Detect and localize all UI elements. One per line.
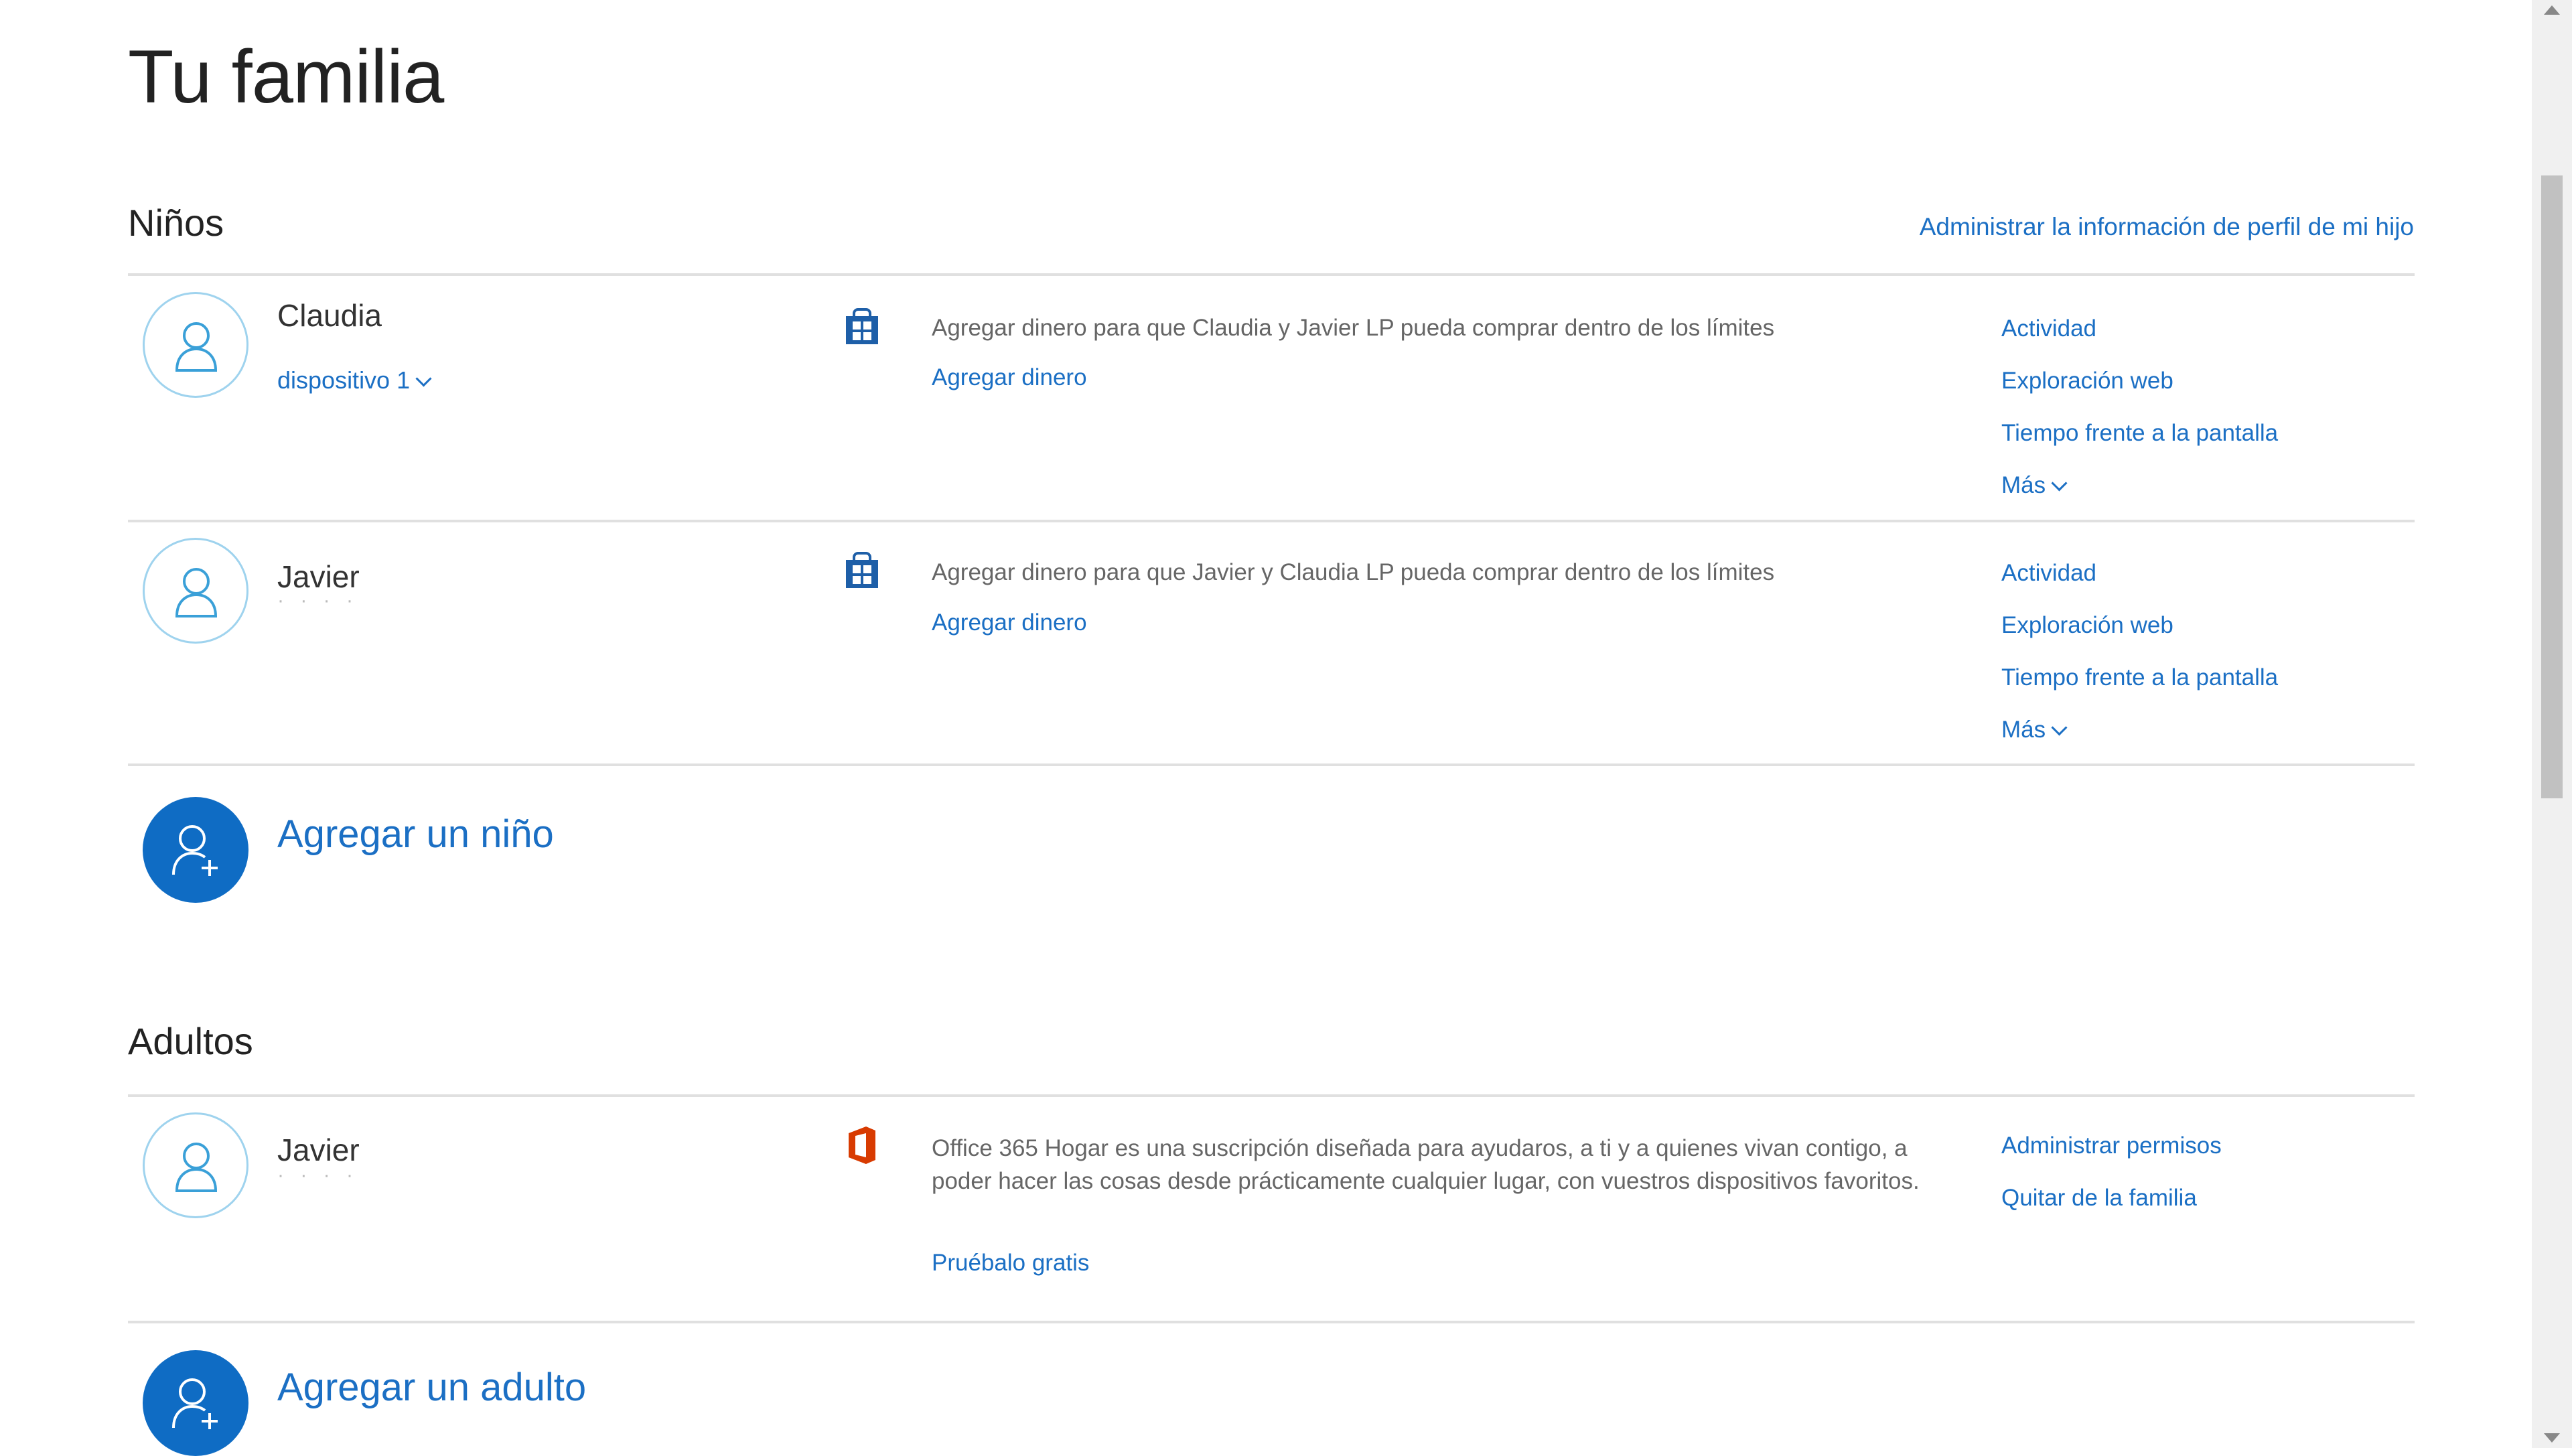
member-name: Javier	[277, 1133, 360, 1167]
user-avatar-icon	[143, 1112, 248, 1218]
remove-from-family-link[interactable]: Quitar de la familia	[2001, 1172, 2222, 1224]
device-dropdown[interactable]: dispositivo 1	[277, 366, 432, 394]
activity-link[interactable]: Actividad	[2001, 547, 2278, 599]
add-money-link[interactable]: Agregar dinero	[932, 609, 1087, 636]
add-adult-link[interactable]: Agregar un adulto	[277, 1365, 586, 1410]
add-adult-row[interactable]: Agregar un adulto	[128, 1323, 2415, 1456]
child-row: Javier · · · · Agregar dinero para que J…	[128, 522, 2415, 763]
children-section-title: Niños	[128, 202, 224, 244]
store-icon	[845, 552, 879, 593]
add-money-link[interactable]: Agregar dinero	[932, 364, 1087, 391]
member-description: Agregar dinero para que Javier y Claudia…	[932, 559, 1775, 585]
hidden-email-placeholder: · · · ·	[277, 589, 358, 611]
manage-child-profile-link[interactable]: Administrar la información de perfil de …	[1920, 213, 2414, 241]
vertical-scrollbar[interactable]	[2532, 0, 2572, 1448]
screen-time-link[interactable]: Tiempo frente a la pantalla	[2001, 652, 2278, 704]
adult-row: Javier · · · · Office 365 Hogar es una s…	[128, 1097, 2415, 1321]
member-actions: Actividad Exploración web Tiempo frente …	[2001, 303, 2278, 512]
user-avatar-icon	[143, 538, 248, 644]
user-avatar-icon	[143, 292, 248, 398]
add-person-icon[interactable]	[143, 797, 248, 903]
member-description: Office 365 Hogar es una suscripción dise…	[932, 1135, 1920, 1194]
chevron-down-icon	[2051, 719, 2068, 736]
scroll-down-arrow-icon[interactable]	[2544, 1433, 2560, 1443]
page-title: Tu familia	[128, 35, 444, 119]
screen-time-link[interactable]: Tiempo frente a la pantalla	[2001, 407, 2278, 459]
member-actions: Administrar permisos Quitar de la famili…	[2001, 1120, 2222, 1224]
adults-section-title: Adultos	[128, 1020, 253, 1062]
member-description: Agregar dinero para que Claudia y Javier…	[932, 315, 1775, 341]
office-icon	[845, 1125, 879, 1169]
hidden-email-placeholder: · · · ·	[277, 1164, 358, 1186]
more-dropdown[interactable]: Más	[2001, 704, 2278, 756]
add-child-link[interactable]: Agregar un niño	[277, 812, 554, 857]
store-icon	[845, 308, 879, 349]
add-person-icon[interactable]	[143, 1350, 248, 1456]
activity-link[interactable]: Actividad	[2001, 303, 2278, 355]
child-row: Claudia dispositivo 1 Agregar dinero par…	[128, 276, 2415, 520]
web-browsing-link[interactable]: Exploración web	[2001, 599, 2278, 652]
add-child-row[interactable]: Agregar un niño	[128, 766, 2415, 920]
scrollbar-thumb[interactable]	[2541, 175, 2563, 798]
member-actions: Actividad Exploración web Tiempo frente …	[2001, 547, 2278, 756]
web-browsing-link[interactable]: Exploración web	[2001, 355, 2278, 407]
chevron-down-icon	[415, 370, 432, 387]
scroll-up-arrow-icon[interactable]	[2544, 5, 2560, 15]
manage-permissions-link[interactable]: Administrar permisos	[2001, 1120, 2222, 1172]
more-dropdown[interactable]: Más	[2001, 459, 2278, 512]
family-page: Tu familia Niños Administrar la informac…	[0, 0, 2532, 1456]
try-free-link[interactable]: Pruébalo gratis	[932, 1250, 1089, 1277]
chevron-down-icon	[2051, 475, 2068, 492]
member-name: Claudia	[277, 298, 382, 333]
